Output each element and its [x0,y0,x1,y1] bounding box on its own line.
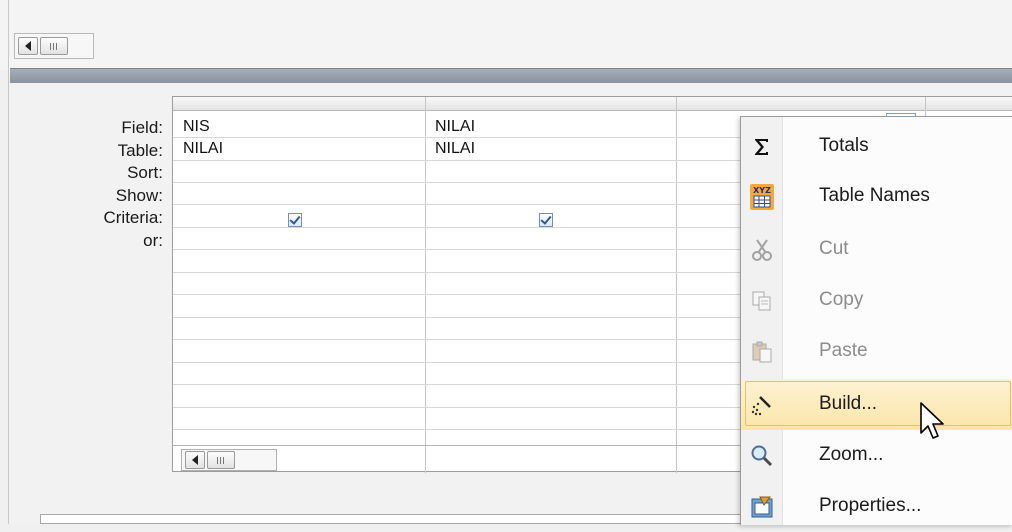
grid-horizontal-scrollbar[interactable] [181,449,277,471]
copy-icon [749,288,775,314]
table-diagram-pane [0,0,1012,70]
top-horizontal-scrollbar[interactable] [14,33,94,59]
menu-item-label: Zoom... [819,444,884,465]
menu-item-label: Build... [819,393,878,414]
col2-show-checkbox[interactable] [539,213,553,227]
row-label-sort: Sort: [127,163,163,182]
svg-text:XYZ: XYZ [753,186,771,195]
menu-item-zoom[interactable]: Zoom... [741,430,1012,481]
row-label-table: Table: [117,140,163,160]
grid-column-divider [676,97,677,473]
mouse-pointer-icon [920,402,944,439]
grid-column-selector-bar[interactable] [173,97,1012,111]
pane-splitter-bar[interactable] [10,68,1012,83]
grid-scroll-thumb[interactable] [207,451,235,469]
menu-item-label: Cut [819,238,849,259]
col1-table-cell[interactable]: NILAI [183,139,223,159]
menu-item-table-names[interactable]: XYZ Table Names [741,171,1012,222]
scissors-icon [749,237,775,263]
row-label-field: Field: [121,118,163,137]
menu-item-paste[interactable]: Paste [741,326,1012,377]
paste-icon [749,339,775,365]
col1-field-cell[interactable]: NIS [183,117,210,137]
magnifier-icon [749,443,775,469]
row-label-criteria: Criteria: [103,208,163,227]
sigma-icon [749,134,775,160]
menu-item-copy[interactable]: Copy [741,275,1012,326]
scroll-left-arrow-icon[interactable] [18,37,38,55]
build-wand-icon [749,392,775,418]
context-menu: Totals XYZ Table Names Cut Copy Paste Bu… [740,116,1012,525]
menu-item-label: Totals [819,135,869,156]
col1-show-checkbox[interactable] [288,213,302,227]
grid-scroll-left-arrow-icon[interactable] [185,451,205,469]
row-label-or: or: [143,230,163,250]
grid-column-divider [425,97,426,473]
properties-icon [749,494,775,520]
menu-item-cut[interactable]: Cut [741,224,1012,275]
col2-field-cell[interactable]: NILAI [435,117,475,137]
menu-item-label: Copy [819,289,864,310]
scroll-thumb[interactable] [40,37,68,55]
grid-row-labels: Field: Table: Sort: Show: Criteria: or: [10,117,163,252]
pane-left-border [8,0,9,524]
table-names-icon: XYZ [749,184,775,210]
col2-table-cell[interactable]: NILAI [435,139,475,159]
row-label-show: Show: [115,185,163,205]
menu-item-label: Paste [819,340,868,361]
menu-item-build[interactable]: Build... [741,379,1012,430]
menu-item-properties[interactable]: Properties... [741,481,1012,532]
menu-item-totals[interactable]: Totals [741,121,1012,172]
menu-item-label: Properties... [819,495,922,516]
menu-item-label: Table Names [819,185,930,206]
